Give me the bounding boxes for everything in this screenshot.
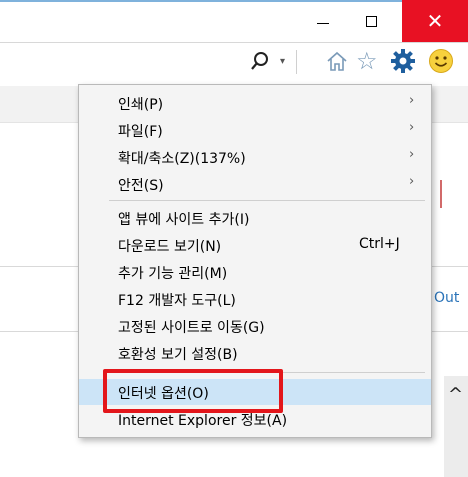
search-dropdown-icon[interactable]: ▾ bbox=[280, 56, 285, 67]
submenu-arrow-icon: › bbox=[409, 120, 415, 135]
menu-item-zoom[interactable]: 확대/축소(Z)(137%) › bbox=[79, 144, 431, 170]
menu-item-label: 추가 기능 관리(M) bbox=[118, 266, 228, 282]
menu-item-add-site-to-apps[interactable]: 앱 뷰에 사이트 추가(I) bbox=[79, 205, 431, 231]
toolbar-divider bbox=[0, 42, 468, 43]
minimize-icon bbox=[317, 22, 329, 24]
maximize-button[interactable] bbox=[348, 0, 394, 42]
close-icon: ✕ bbox=[426, 9, 444, 33]
scroll-up-icon[interactable]: ^ bbox=[448, 384, 463, 405]
menu-item-file[interactable]: 파일(F) › bbox=[79, 117, 431, 143]
menu-item-label: 앱 뷰에 사이트 추가(I) bbox=[118, 212, 250, 228]
menu-item-view-downloads[interactable]: 다운로드 보기(N) Ctrl+J bbox=[79, 232, 431, 258]
menu-item-label: 호환성 보기 설정(B) bbox=[118, 347, 238, 363]
menu-item-label: 파일(F) bbox=[118, 124, 163, 140]
menu-item-safety[interactable]: 안전(S) › bbox=[79, 171, 431, 197]
menu-item-print[interactable]: 인쇄(P) › bbox=[79, 90, 431, 116]
submenu-arrow-icon: › bbox=[409, 93, 415, 108]
submenu-arrow-icon: › bbox=[409, 147, 415, 162]
maximize-icon bbox=[365, 15, 377, 27]
menu-item-manage-addons[interactable]: 추가 기능 관리(M) bbox=[79, 259, 431, 285]
menu-item-dev-tools[interactable]: F12 개발자 도구(L) bbox=[79, 286, 431, 312]
gear-icon[interactable] bbox=[390, 48, 416, 74]
page-accent-mark bbox=[440, 180, 442, 208]
menu-item-compatibility-view[interactable]: 호환성 보기 설정(B) bbox=[79, 340, 431, 366]
annotation-highlight-box bbox=[103, 369, 283, 413]
menu-item-label: Internet Explorer 정보(A) bbox=[118, 413, 288, 429]
menu-item-label: 안전(S) bbox=[118, 178, 164, 194]
submenu-arrow-icon: › bbox=[409, 174, 415, 189]
title-bar: ✕ bbox=[0, 0, 468, 42]
minimize-button[interactable] bbox=[300, 0, 346, 42]
menu-item-label: 확대/축소(Z)(137%) bbox=[118, 151, 246, 167]
feedback-smiley-icon[interactable] bbox=[428, 48, 454, 74]
menu-item-label: F12 개발자 도구(L) bbox=[118, 293, 236, 309]
menu-item-label: 고정된 사이트로 이동(G) bbox=[118, 320, 265, 336]
menu-item-pinned-sites[interactable]: 고정된 사이트로 이동(G) bbox=[79, 313, 431, 339]
menu-item-label: 인쇄(P) bbox=[118, 97, 164, 113]
menu-separator bbox=[109, 200, 425, 201]
menu-shortcut: Ctrl+J bbox=[359, 236, 400, 252]
close-button[interactable]: ✕ bbox=[402, 0, 468, 42]
search-icon[interactable] bbox=[250, 51, 270, 71]
home-icon[interactable] bbox=[326, 50, 348, 72]
favorites-star-icon[interactable]: ☆ bbox=[356, 48, 378, 74]
toolbar-separator bbox=[296, 50, 297, 74]
menu-item-label: 다운로드 보기(N) bbox=[118, 239, 222, 255]
page-link-text[interactable]: Out bbox=[434, 290, 459, 306]
